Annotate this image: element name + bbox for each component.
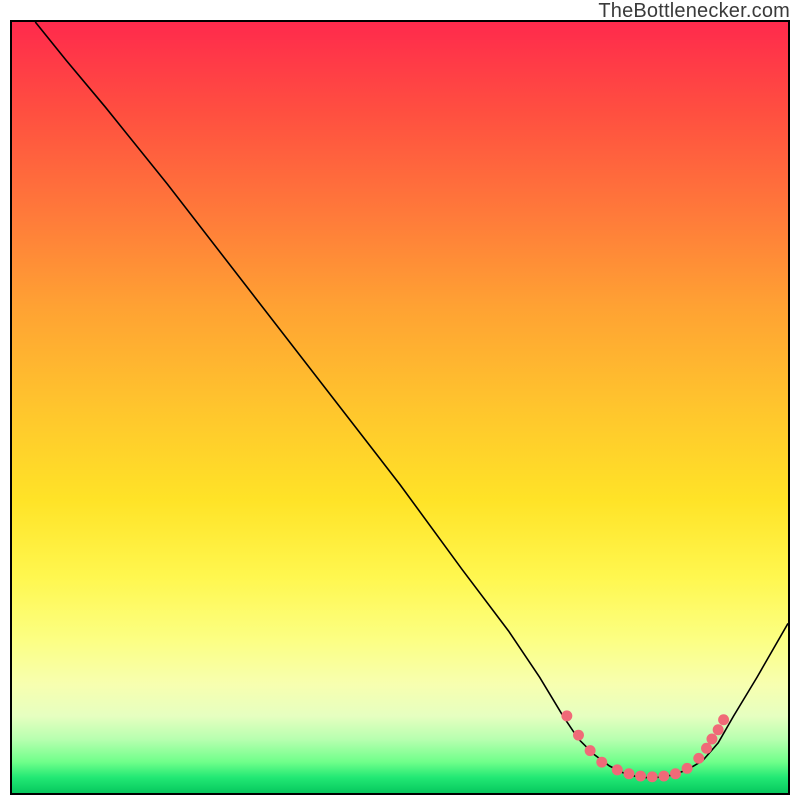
plot-area: [10, 20, 790, 795]
tolerance-marker-dot: [670, 768, 681, 779]
tolerance-marker-dot: [573, 730, 584, 741]
bottleneck-curve-line: [35, 22, 788, 778]
tolerance-marker-dot: [718, 714, 729, 725]
plot-svg: [12, 22, 788, 793]
chart-container: TheBottlenecker.com: [0, 0, 800, 800]
tolerance-marker-dot: [623, 768, 634, 779]
tolerance-marker-dot: [596, 757, 607, 768]
tolerance-marker-dot: [585, 745, 596, 756]
tolerance-marker-dot: [635, 771, 646, 782]
curve-path: [35, 22, 788, 778]
tolerance-marker-dot: [647, 771, 658, 782]
tolerance-marker-dot: [693, 753, 704, 764]
tolerance-marker-dot: [706, 734, 717, 745]
tolerance-marker-dot: [682, 763, 693, 774]
tolerance-marker-dot: [713, 724, 724, 735]
tolerance-marker-dot: [612, 764, 623, 775]
tolerance-marker-dot: [658, 771, 669, 782]
tolerance-marker-dot: [561, 710, 572, 721]
tolerance-marker-dot: [701, 743, 712, 754]
